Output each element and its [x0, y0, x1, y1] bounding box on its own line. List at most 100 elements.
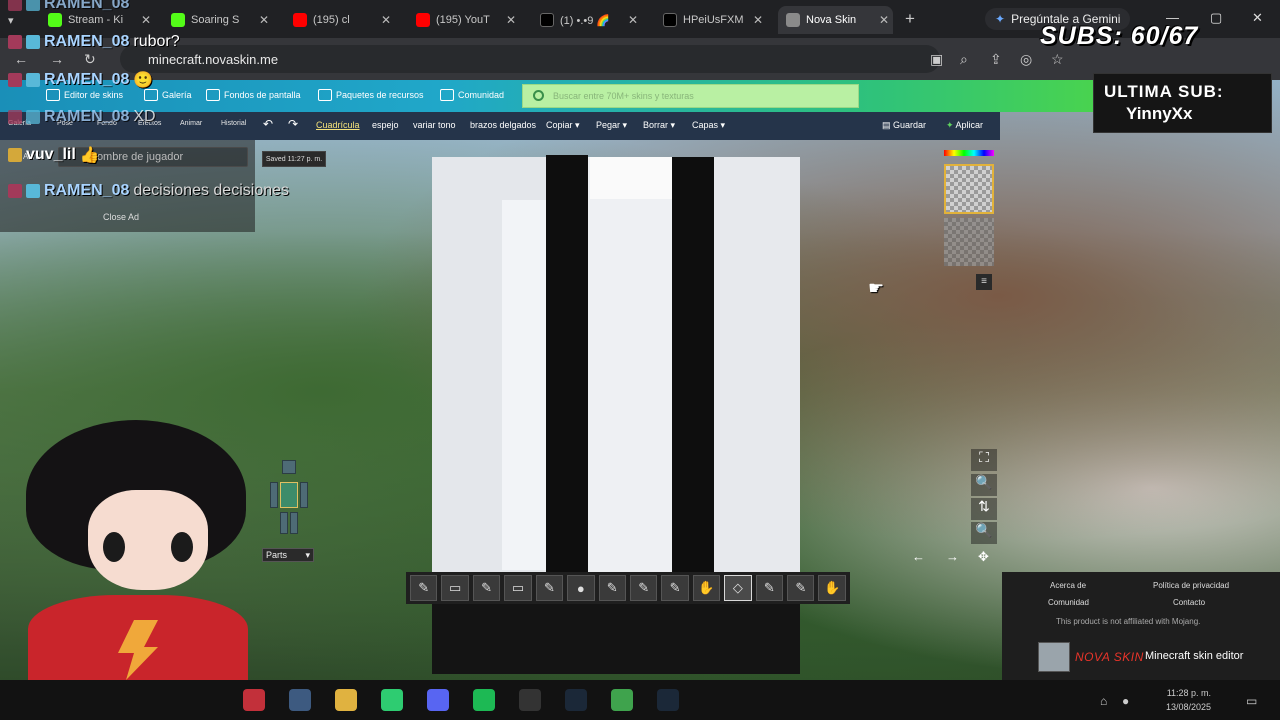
minecraft-icon[interactable] — [611, 689, 633, 711]
epic-games-icon[interactable] — [519, 689, 541, 711]
rect-tool[interactable]: ▭ — [504, 575, 532, 601]
toolbar-mirror[interactable]: espejo — [372, 120, 399, 130]
move-icon[interactable]: ✥ — [978, 549, 989, 565]
line-tool[interactable]: ✎ — [535, 575, 564, 601]
parts-dropdown[interactable]: Parts ▾ — [262, 548, 314, 562]
body-part-selector[interactable] — [270, 460, 316, 540]
new-tab-button[interactable]: + — [905, 9, 915, 29]
taskbar-clock[interactable]: 11:28 p. m. 13/08/2025 — [1166, 686, 1211, 714]
stamp-tool[interactable]: ✎ — [755, 575, 784, 601]
privacy-link[interactable]: Política de privacidad — [1153, 581, 1229, 590]
xbox-icon[interactable] — [381, 689, 403, 711]
gradient-tool[interactable]: ▭ — [441, 575, 469, 601]
right-arm-part[interactable] — [270, 482, 278, 508]
hand-tool[interactable]: ✋ — [818, 575, 846, 601]
circle-tool[interactable]: ● — [567, 575, 595, 601]
brush-tool[interactable]: ✎ — [472, 575, 501, 601]
about-link[interactable]: Acerca de — [1050, 581, 1086, 590]
eraser-tool[interactable]: ◇ — [724, 575, 752, 601]
close-tab-icon[interactable]: ✕ — [753, 13, 763, 27]
smudge-tool[interactable]: ✋ — [692, 575, 721, 601]
msi-icon[interactable] — [243, 689, 265, 711]
close-tab-icon[interactable]: ✕ — [628, 13, 638, 27]
torso-part[interactable] — [280, 482, 298, 508]
noise-tool[interactable]: ✎ — [598, 575, 626, 601]
address-bar[interactable]: minecraft.novaskin.me — [120, 45, 940, 73]
toolbar-paste[interactable]: Pegar ▾ — [596, 120, 627, 131]
close-ad-button[interactable]: Close Ad — [103, 212, 139, 222]
skin-search-input[interactable]: Buscar entre 70M+ skins y texturas — [522, 84, 859, 108]
fullscreen-icon[interactable]: ⛶ — [971, 449, 997, 471]
nav-gallery[interactable]: Galería — [144, 89, 192, 101]
arrow-left-icon[interactable]: ← — [912, 549, 925, 564]
close-window-icon[interactable]: ✕ — [1252, 10, 1263, 26]
tab-youtube-1[interactable]: (195) cl ✕ — [285, 6, 395, 34]
tab-x-1[interactable]: (1) •.•9 🌈 ✕ — [532, 6, 642, 34]
layer-thumbnail[interactable] — [944, 218, 994, 266]
contact-link[interactable]: Contacto — [1173, 598, 1205, 607]
steam-alt-icon[interactable] — [657, 689, 679, 711]
obs-icon[interactable] — [289, 689, 311, 711]
close-tab-icon[interactable]: ✕ — [879, 13, 889, 27]
back-icon[interactable]: ← — [14, 51, 28, 67]
toolbar-copy[interactable]: Copiar ▾ — [546, 120, 580, 131]
cast-icon[interactable]: ▣ — [930, 51, 943, 68]
toolbar-slim-arms[interactable]: brazos delgados — [470, 120, 536, 130]
nav-community[interactable]: Comunidad — [440, 89, 504, 101]
hide-icon[interactable]: ◎ — [1020, 51, 1032, 68]
tab-youtube-2[interactable]: (195) YouT ✕ — [408, 6, 520, 34]
tab-x-2[interactable]: HPeiUsFXM ✕ — [655, 6, 767, 34]
close-tab-icon[interactable]: ✕ — [141, 13, 151, 27]
bookmark-star-icon[interactable]: ☆ — [1051, 51, 1064, 68]
arrow-right-icon[interactable]: → — [946, 549, 959, 564]
tab-soaring[interactable]: Soaring S ✕ — [163, 6, 273, 34]
nav-resource-packs[interactable]: Paquetes de recursos — [318, 89, 424, 101]
layer-thumbnail-selected[interactable] — [944, 164, 994, 214]
right-leg-part[interactable] — [280, 512, 288, 534]
lighten-tool[interactable]: ✎ — [629, 575, 658, 601]
close-tab-icon[interactable]: ✕ — [259, 13, 269, 27]
nav-skin-editor[interactable]: Editor de skins — [46, 89, 123, 101]
toolbar-delete[interactable]: Borrar ▾ — [643, 120, 675, 131]
tray-icon[interactable]: ● — [1122, 694, 1129, 708]
kick-icon — [171, 13, 185, 27]
undo-icon[interactable]: ↶ — [263, 117, 273, 131]
tray-icon[interactable]: ⌂ — [1100, 694, 1107, 708]
zoom-icon[interactable]: ⌕ — [960, 51, 968, 68]
close-tab-icon[interactable]: ✕ — [506, 13, 516, 27]
close-tab-icon[interactable]: ✕ — [381, 13, 391, 27]
eyedropper-tool[interactable]: ✎ — [787, 575, 815, 601]
spotify-icon[interactable] — [473, 689, 495, 711]
steam-icon[interactable] — [565, 689, 587, 711]
forward-icon[interactable]: → — [50, 51, 64, 67]
toolbar-grid[interactable]: Cuadrícula — [316, 120, 360, 130]
save-button[interactable]: ▤ Guardar — [882, 120, 926, 131]
toolbar-layers[interactable]: Capas ▾ — [692, 120, 725, 131]
toolbar-vary-tone[interactable]: variar tono — [413, 120, 456, 130]
install-icon[interactable]: ⇪ — [990, 51, 1002, 68]
redo-icon[interactable]: ↷ — [288, 117, 298, 131]
discord-icon[interactable] — [427, 689, 449, 711]
tab-nova-skin[interactable]: Nova Skin ✕ — [778, 6, 893, 34]
toolbar-history[interactable]: Historial — [221, 120, 246, 127]
zoom-out-icon[interactable]: 🔍 — [971, 522, 997, 544]
flip-icon[interactable]: ⇅ — [971, 498, 997, 520]
reload-icon[interactable]: ↻ — [84, 51, 96, 68]
color-palette[interactable] — [944, 150, 994, 156]
community-link[interactable]: Comunidad — [1048, 598, 1089, 607]
folder-icon[interactable] — [335, 689, 357, 711]
toolbar-animate[interactable]: Animar — [180, 120, 202, 127]
nav-wallpapers[interactable]: Fondos de pantalla — [206, 89, 301, 101]
chevron-down-icon: ▾ — [305, 549, 310, 560]
head-part[interactable] — [282, 460, 296, 474]
menu-icon[interactable]: ≡ — [976, 274, 992, 290]
notification-icon[interactable]: ▭ — [1246, 694, 1257, 708]
maximize-icon[interactable]: ▢ — [1210, 10, 1222, 26]
darken-tool[interactable]: ✎ — [661, 575, 689, 601]
taskbar — [0, 680, 1280, 720]
left-leg-part[interactable] — [290, 512, 298, 534]
pencil-tool[interactable]: ✎ — [410, 575, 438, 601]
left-arm-part[interactable] — [300, 482, 308, 508]
zoom-in-icon[interactable]: 🔍 — [971, 474, 997, 496]
apply-button[interactable]: ✦ Aplicar — [946, 120, 983, 131]
